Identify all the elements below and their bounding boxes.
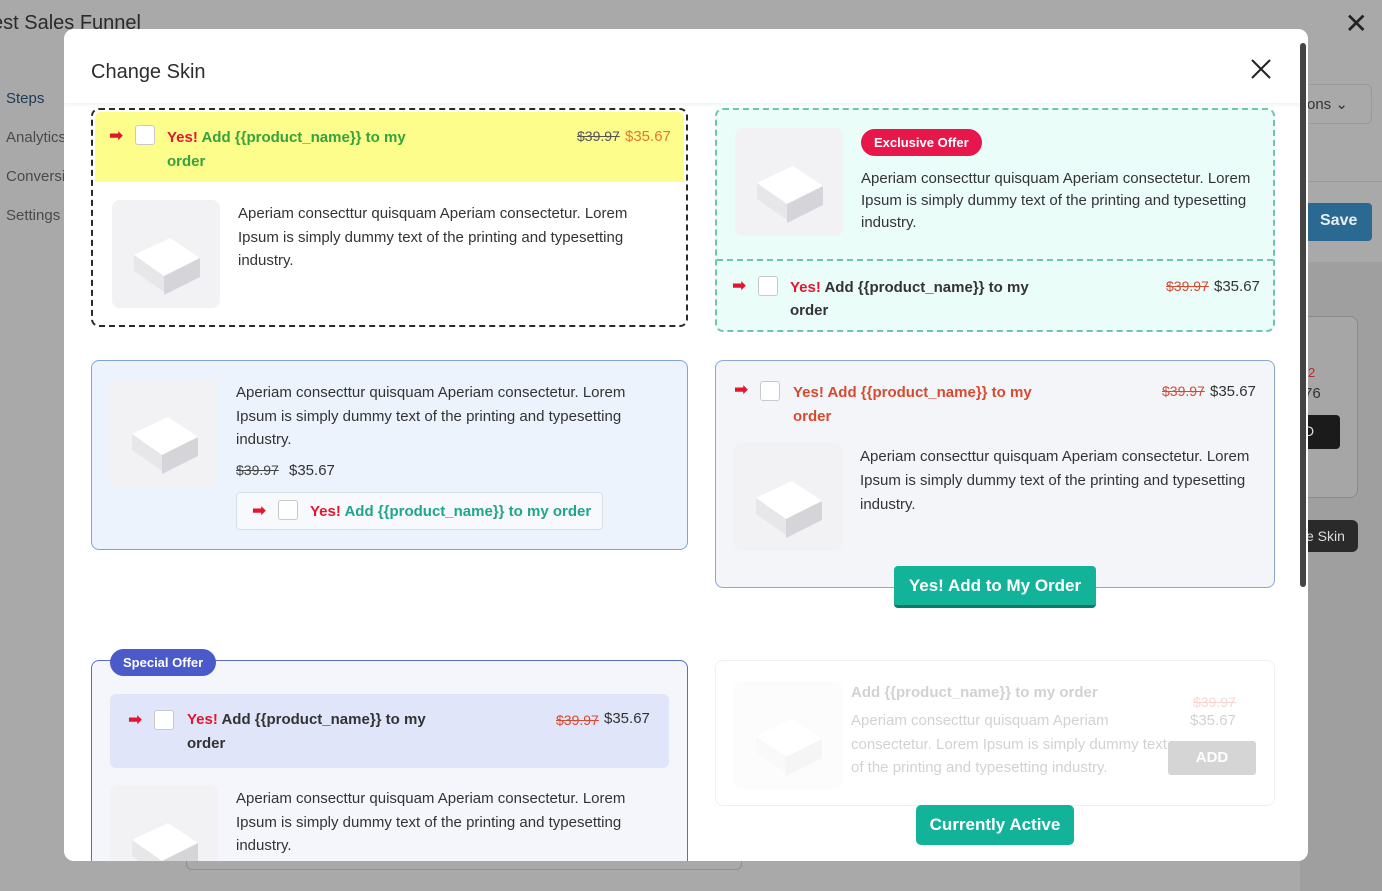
- new-price: $35.67: [289, 462, 335, 479]
- yes-label: Yes!: [167, 129, 198, 146]
- skin-option-5[interactable]: ➡ Yes! Add {{product_name}} to my order …: [91, 660, 688, 861]
- price-row: $39.97 $35.67: [236, 462, 335, 479]
- product-description: Aperiam consecttur quisquam Aperiam cons…: [861, 170, 1251, 231]
- new-price: $35.67: [625, 128, 671, 145]
- product-image: [734, 443, 842, 551]
- product-title: Add {{product_name}} to my order: [851, 684, 1098, 701]
- add-checkbox[interactable]: [154, 710, 174, 730]
- add-button: ADD: [1168, 741, 1256, 775]
- add-checkbox[interactable]: [758, 276, 778, 296]
- new-price: $35.67: [1210, 383, 1256, 400]
- add-checkbox[interactable]: [278, 500, 298, 520]
- arrow-right-icon: ➡: [252, 501, 267, 520]
- old-price: $39.97: [1166, 278, 1209, 294]
- old-price: $39.97: [1162, 383, 1205, 399]
- background-input: [186, 860, 742, 870]
- sidebar-item-steps[interactable]: Steps: [6, 90, 66, 107]
- product-image: [110, 785, 218, 861]
- sidebar-item-settings[interactable]: Settings: [6, 207, 66, 224]
- preview-card: 2 76 D: [1300, 316, 1358, 498]
- skin-option-2[interactable]: Exclusive Offer Aperiam consecttur quisq…: [715, 108, 1275, 332]
- currently-active-button[interactable]: Currently Active: [916, 805, 1074, 845]
- options-dropdown[interactable]: ons ⌄: [1300, 84, 1372, 124]
- divider: [1300, 181, 1382, 182]
- old-price: $39.97: [1193, 694, 1236, 710]
- yes-label: Yes!: [790, 279, 821, 296]
- arrow-right-icon: ➡: [128, 710, 143, 729]
- sidebar-item-analytics[interactable]: Analytics: [6, 129, 66, 146]
- modal-header: Change Skin: [64, 29, 1308, 103]
- old-price: $39.97: [577, 128, 620, 144]
- old-price: $39.97: [236, 462, 279, 478]
- product-description: Aperiam consecttur quisquam Aperiam cons…: [236, 790, 626, 854]
- select-skin-button[interactable]: Yes! Add to My Order: [894, 566, 1096, 608]
- arrow-right-icon: ➡: [734, 380, 749, 399]
- chevron-down-icon: ⌄: [1335, 96, 1348, 113]
- add-product-label: Add {{product_name}} to my order: [790, 279, 1029, 319]
- add-offer-text: Yes! Add {{product_name}} to my order: [167, 126, 437, 174]
- divider: [717, 259, 1273, 261]
- options-dropdown-label: ons: [1307, 96, 1332, 113]
- arrow-right-icon: ➡: [732, 276, 747, 295]
- app-close-icon[interactable]: ✕: [1345, 10, 1368, 38]
- new-price: $35.67: [1190, 712, 1236, 729]
- product-description: Aperiam consecttur quisquam Aperiam cons…: [238, 205, 628, 269]
- skin-option-3[interactable]: Aperiam consecttur quisquam Aperiam cons…: [91, 360, 688, 550]
- app-sidebar: Steps Analytics Conversi Settings: [6, 90, 66, 246]
- old-price: $39.97: [556, 712, 599, 728]
- close-icon[interactable]: [1250, 58, 1272, 80]
- yes-label: Yes!: [310, 503, 341, 520]
- modal-title: Change Skin: [91, 61, 206, 83]
- skin-option-4[interactable]: ➡ Yes! Add {{product_name}} to my order …: [715, 360, 1275, 588]
- product-description: Aperiam consecttur quisquam Aperiam cons…: [851, 712, 1167, 776]
- add-offer-text: Yes! Add {{product_name}} to my order: [793, 384, 1032, 425]
- change-skin-modal: Change Skin ➡ Yes! Add {{product_name}} …: [64, 29, 1308, 861]
- add-offer-text: Yes! Add {{product_name}} to my order: [790, 276, 1060, 322]
- add-product-label: Add {{product_name}} to my order: [340, 503, 592, 520]
- new-price: $35.67: [604, 710, 650, 727]
- arrow-right-icon: ➡: [109, 126, 124, 145]
- offer-bar: ➡ Yes! Add {{product_name}} to my order …: [95, 112, 684, 182]
- add-checkbox[interactable]: [135, 125, 155, 145]
- product-image: [112, 200, 220, 308]
- sidebar-item-conversions[interactable]: Conversi: [6, 168, 66, 185]
- add-product-label: Add {{product_name}} to my order: [167, 129, 406, 170]
- product-description: Aperiam consecttur quisquam Aperiam cons…: [860, 448, 1250, 513]
- save-button[interactable]: Save: [1300, 203, 1372, 241]
- add-offer-text: Yes! Add {{product_name}} to my order: [310, 503, 591, 520]
- special-offer-badge: Special Offer: [110, 649, 217, 676]
- add-offer-box: ➡ Yes! Add {{product_name}} to my order: [236, 492, 603, 530]
- product-image: [734, 681, 842, 789]
- offer-bar: ➡ Yes! Add {{product_name}} to my order …: [110, 694, 669, 768]
- product-image: [110, 379, 218, 487]
- add-offer-text: Yes! Add {{product_name}} to my order: [187, 708, 457, 756]
- product-image: [735, 128, 843, 236]
- product-description: Aperiam consecttur quisquam Aperiam cons…: [236, 384, 626, 448]
- change-skin-button[interactable]: e Skin: [1300, 520, 1358, 552]
- exclusive-offer-badge: Exclusive Offer: [861, 129, 982, 156]
- add-product-label: Add {{product_name}} to my order: [187, 711, 426, 752]
- yes-label: Yes!: [187, 711, 218, 728]
- add-checkbox[interactable]: [760, 381, 780, 401]
- skin-option-1[interactable]: ➡ Yes! Add {{product_name}} to my order …: [91, 108, 688, 327]
- skin-option-6[interactable]: Add {{product_name}} to my order Aperiam…: [715, 660, 1275, 806]
- preview-old-price: 2: [1308, 365, 1316, 380]
- new-price: $35.67: [1214, 278, 1260, 295]
- modal-scrollbar[interactable]: [1300, 43, 1306, 587]
